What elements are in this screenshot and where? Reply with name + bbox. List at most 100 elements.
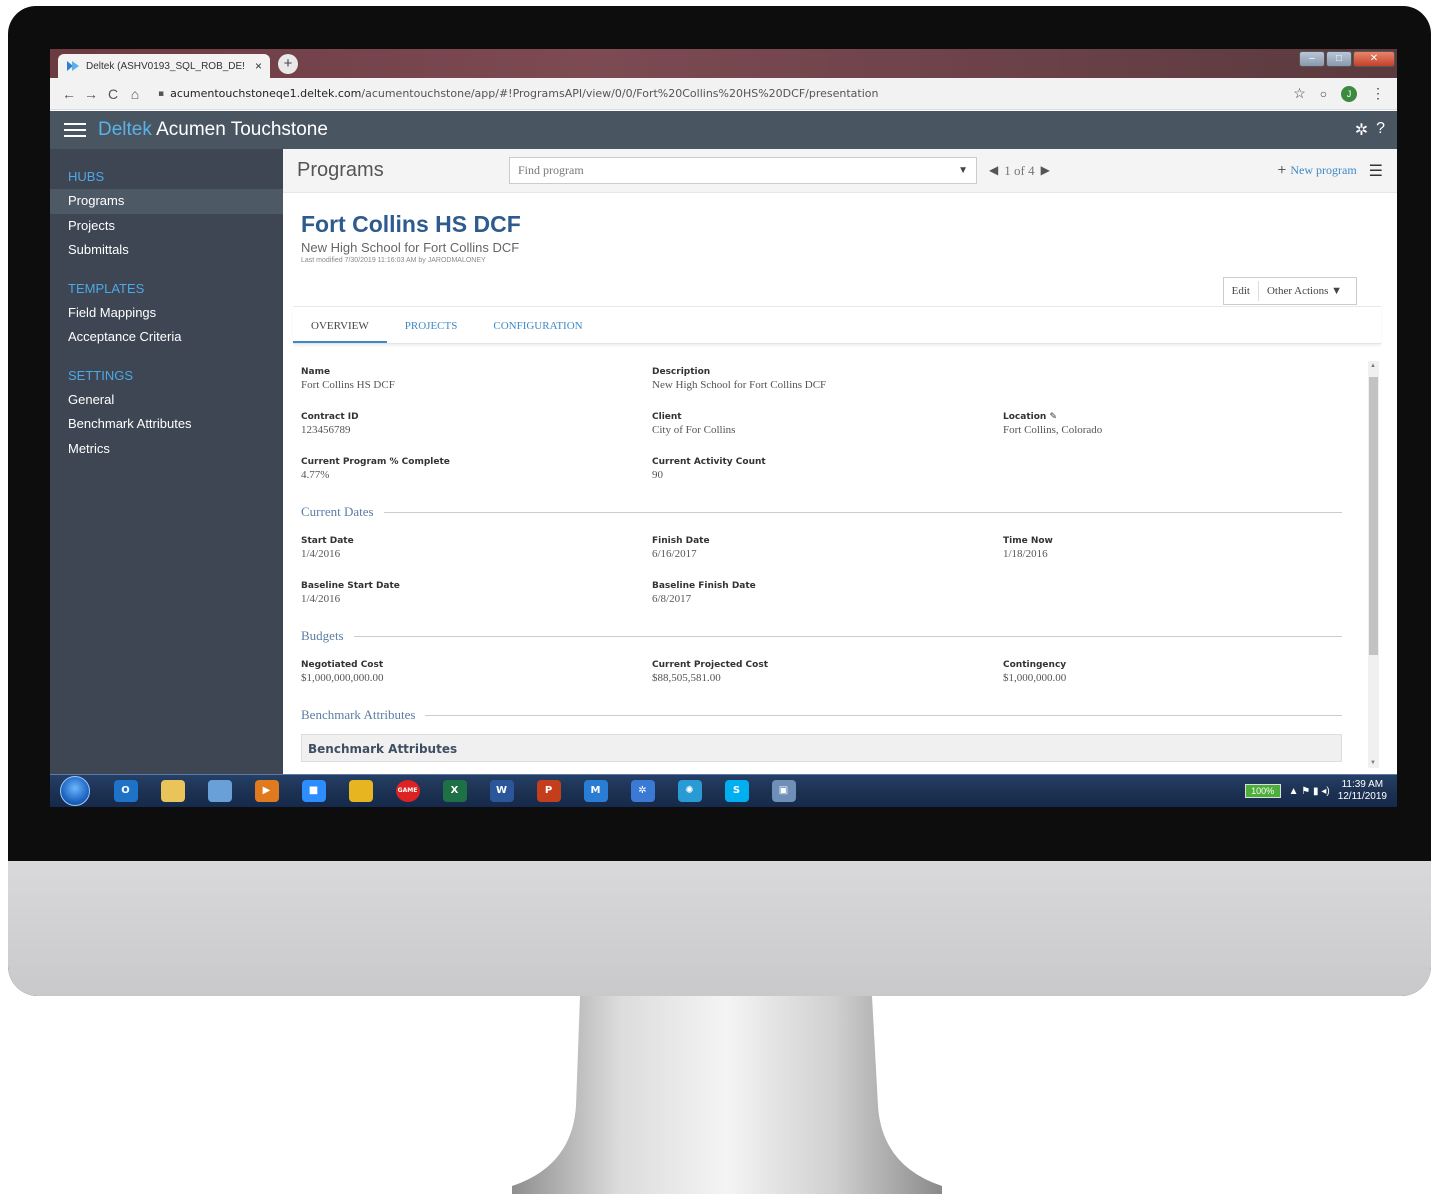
other-actions-button[interactable]: Other Actions ▼ — [1259, 285, 1356, 297]
system-clock[interactable]: 11:39 AM 12/11/2019 — [1338, 779, 1387, 803]
taskbar-item[interactable]: ■ — [290, 776, 337, 806]
sidebar-item-programs[interactable]: Programs — [50, 189, 283, 214]
taskbar-icons: O ▶ ■ GAME X W P M ✲ ✺ S ▣ — [102, 776, 807, 806]
taskbar-item[interactable]: O — [102, 776, 149, 806]
field-label: Description — [652, 367, 711, 377]
tab-close-icon[interactable]: × — [255, 59, 262, 73]
tab-overview[interactable]: OVERVIEW — [293, 307, 387, 343]
browser-tab[interactable]: Deltek (ASHV0193_SQL_ROB_DE! × — [58, 54, 270, 78]
sidebar-item-benchmark-attributes[interactable]: Benchmark Attributes — [50, 412, 283, 437]
last-modified: Last modified 7/30/2019 11:16:03 AM by J… — [301, 257, 486, 264]
extension-icon[interactable]: ○ — [1320, 87, 1327, 101]
taskbar-item[interactable]: X — [431, 776, 478, 806]
bookmark-star-icon[interactable]: ☆ — [1293, 85, 1306, 102]
taskbar-item[interactable]: ▣ — [760, 776, 807, 806]
field-value: Fort Collins, Colorado — [1003, 424, 1103, 436]
new-tab-button[interactable]: + — [278, 54, 298, 74]
settings-gear-icon[interactable]: ✲ — [1355, 120, 1368, 140]
taskbar-item[interactable] — [337, 776, 384, 806]
help-icon[interactable]: ? — [1376, 120, 1385, 140]
taskbar-item[interactable]: GAME — [384, 776, 431, 806]
window-controls: – □ ✕ — [1299, 51, 1395, 67]
taskbar-item[interactable]: W — [478, 776, 525, 806]
address-bar[interactable]: ▪ acumentouchstoneqe1.deltek.com/acument… — [152, 82, 1242, 106]
app-header: Deltek Acumen Touchstone ✲ ? — [50, 111, 1397, 149]
outlook-icon: O — [113, 780, 138, 802]
scroll-down-icon[interactable]: ▼ — [1370, 760, 1376, 766]
browser-tab-strip: Deltek (ASHV0193_SQL_ROB_DE! × + – □ ✕ — [50, 49, 1397, 78]
reload-icon[interactable]: C — [102, 86, 124, 102]
app-brand: Deltek Acumen Touchstone — [98, 119, 328, 141]
deltek-favicon-icon — [67, 61, 79, 71]
field-negotiated-cost: Negotiated Cost $1,000,000,000.00 — [301, 660, 384, 684]
windows-taskbar: O ▶ ■ GAME X W P M ✲ ✺ S ▣ 100% ▲ ⚑ ▮ ◂) 11:39 AM 1… — [50, 774, 1397, 807]
taskbar-item[interactable]: P — [525, 776, 572, 806]
taskbar-item[interactable]: ▶ — [243, 776, 290, 806]
scroll-up-icon[interactable]: ▲ — [1370, 363, 1376, 369]
sidebar-item-field-mappings[interactable]: Field Mappings — [50, 301, 283, 326]
taskbar-item[interactable] — [149, 776, 196, 806]
dropdown-arrow-icon[interactable]: ▼ — [958, 165, 968, 176]
sidebar-item-general[interactable]: General — [50, 388, 283, 413]
monitor-chin — [8, 861, 1431, 996]
profile-avatar[interactable]: J — [1341, 85, 1357, 102]
new-program-label: New program — [1290, 163, 1357, 177]
field-label: Current Program % Complete — [301, 457, 450, 467]
tray-icons[interactable]: ▲ ⚑ ▮ ◂) — [1289, 786, 1330, 797]
paint-icon — [207, 780, 232, 802]
benchmark-table-header[interactable]: Benchmark Attributes — [301, 734, 1342, 762]
list-view-icon[interactable]: ☰ — [1369, 161, 1383, 181]
taskbar-item[interactable] — [196, 776, 243, 806]
overview-content: Name Fort Collins HS DCF Description New… — [301, 361, 1344, 771]
sidebar-heading-hubs: HUBS — [68, 169, 105, 184]
battery-indicator[interactable]: 100% — [1244, 784, 1281, 798]
section-title: Current Dates — [301, 504, 374, 519]
field-label: Current Projected Cost — [652, 660, 769, 670]
tab-projects[interactable]: PROJECTS — [387, 307, 476, 343]
browser-menu-icon[interactable]: ⋮ — [1371, 85, 1385, 102]
taskbar-item[interactable]: S — [713, 776, 760, 806]
field-label: Contract ID — [301, 412, 359, 422]
next-program-icon[interactable]: ▶ — [1041, 163, 1050, 178]
field-value: 1/4/2016 — [301, 548, 341, 560]
sidebar-item-submittals[interactable]: Submittals — [50, 238, 283, 263]
field-contract-id: Contract ID 123456789 — [301, 412, 359, 436]
spinner-app-icon: ✺ — [677, 780, 702, 802]
field-location: Location ✎ Fort Collins, Colorado — [1003, 412, 1102, 436]
prev-program-icon[interactable]: ◀ — [989, 163, 998, 178]
field-label: Client — [652, 412, 682, 422]
sidebar-item-acceptance-criteria[interactable]: Acceptance Criteria — [50, 325, 283, 350]
field-start-date: Start Date 1/4/2016 — [301, 536, 354, 560]
maximize-button[interactable]: □ — [1326, 51, 1352, 67]
field-value: $1,000,000,000.00 — [301, 672, 384, 684]
new-program-button[interactable]: + New program — [1277, 162, 1356, 180]
taskbar-item[interactable]: ✲ — [619, 776, 666, 806]
find-program-select[interactable]: Find program ▼ — [509, 157, 977, 184]
section-benchmark-attributes: Benchmark Attributes — [301, 707, 1342, 723]
sidebar: HUBS Programs Projects Submittals TEMPLA… — [50, 149, 283, 774]
back-icon[interactable]: ← — [58, 86, 80, 102]
scrollbar-thumb[interactable] — [1369, 377, 1378, 655]
forward-icon[interactable]: → — [80, 86, 102, 102]
taskbar-item[interactable]: ✺ — [666, 776, 713, 806]
field-description: Description New High School for Fort Col… — [652, 367, 826, 391]
field-baseline-start: Baseline Start Date 1/4/2016 — [301, 581, 400, 605]
sidebar-item-metrics[interactable]: Metrics — [50, 437, 283, 462]
content-scrollbar[interactable]: ▲ ▼ — [1368, 361, 1379, 768]
system-tray: 100% ▲ ⚑ ▮ ◂) 11:39 AM 12/11/2019 — [1244, 779, 1397, 803]
monitor-frame: Deltek (ASHV0193_SQL_ROB_DE! × + – □ ✕ ←… — [8, 6, 1431, 996]
field-value: Fort Collins HS DCF — [301, 379, 395, 391]
minimize-button[interactable]: – — [1299, 51, 1325, 67]
clock-time: 11:39 AM — [1341, 779, 1384, 790]
tab-configuration[interactable]: CONFIGURATION — [475, 307, 600, 343]
close-window-button[interactable]: ✕ — [1353, 51, 1395, 67]
field-value: $88,505,581.00 — [652, 672, 721, 684]
hamburger-menu-icon[interactable] — [64, 119, 86, 141]
sidebar-item-projects[interactable]: Projects — [50, 214, 283, 239]
start-button[interactable] — [60, 776, 90, 806]
edit-pencil-icon[interactable]: ✎ — [1049, 412, 1057, 422]
home-icon[interactable]: ⌂ — [124, 86, 146, 102]
edit-button[interactable]: Edit — [1224, 281, 1259, 301]
taskbar-item[interactable]: M — [572, 776, 619, 806]
field-value: 1/18/2016 — [1003, 548, 1048, 560]
